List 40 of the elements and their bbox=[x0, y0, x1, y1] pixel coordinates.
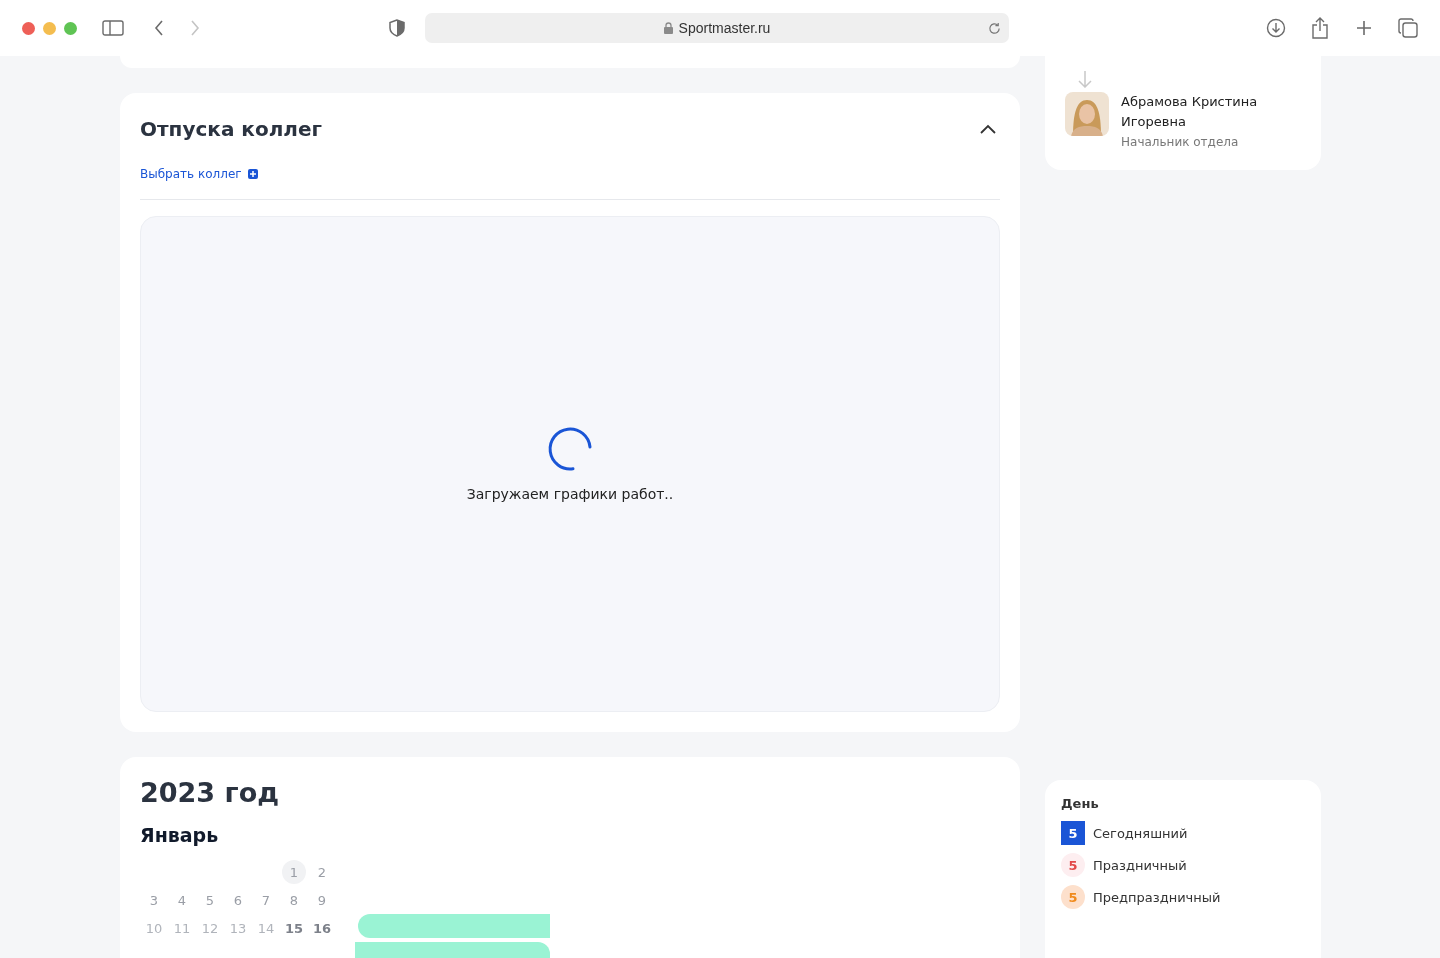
calendar-day[interactable]: 1 bbox=[282, 860, 306, 884]
person-role: Начальник отдела bbox=[1121, 134, 1240, 151]
calendar-day[interactable]: 6 bbox=[226, 888, 250, 912]
year-title: 2023 год bbox=[140, 777, 280, 808]
calendar-day[interactable]: 4 bbox=[170, 888, 194, 912]
calendar-day[interactable]: 11 bbox=[170, 916, 194, 940]
calendar-day[interactable]: 5 bbox=[198, 888, 222, 912]
spinner-icon bbox=[547, 426, 593, 472]
day-sample: 5 bbox=[1061, 885, 1085, 909]
legend-label: Праздничный bbox=[1093, 857, 1187, 873]
legend-label: Предпраздничный bbox=[1093, 889, 1221, 905]
address-field[interactable]: Sportmaster.ru bbox=[425, 13, 1009, 43]
calendar-day[interactable]: 7 bbox=[254, 888, 278, 912]
calendar-day[interactable]: 9 bbox=[310, 888, 334, 912]
calendar-day[interactable]: 10 bbox=[142, 916, 166, 940]
calendar-day[interactable]: 14 bbox=[254, 916, 278, 940]
plus-icon bbox=[247, 169, 258, 179]
calendar-day[interactable]: 16 bbox=[310, 916, 334, 940]
legend-title: День bbox=[1061, 796, 1100, 811]
maximize-window-button[interactable] bbox=[64, 21, 77, 35]
calendar-day[interactable]: 8 bbox=[282, 888, 306, 912]
person-name: Абрамова Кристина Игоревна bbox=[1121, 93, 1259, 131]
calendar-day[interactable]: 12 bbox=[198, 916, 222, 940]
close-window-button[interactable] bbox=[22, 21, 35, 35]
calendar-day[interactable]: 2 bbox=[310, 860, 334, 884]
arrow-down-icon bbox=[1077, 70, 1093, 88]
calendar-day[interactable]: 15 bbox=[282, 916, 306, 940]
card-title: Отпуска коллег bbox=[140, 117, 322, 141]
select-colleagues-link[interactable]: Выбрать коллег bbox=[140, 167, 258, 181]
legend-label: Сегодняшний bbox=[1093, 825, 1188, 841]
month-title: Январь bbox=[140, 824, 220, 846]
loading-text: Загружаем графики работ.. bbox=[466, 486, 674, 502]
day-sample: 5 bbox=[1061, 853, 1085, 877]
calendar-day[interactable]: 13 bbox=[226, 916, 250, 940]
reload-icon[interactable] bbox=[988, 21, 1001, 35]
day-sample: 5 bbox=[1061, 821, 1085, 845]
download-icon[interactable] bbox=[1264, 16, 1288, 40]
calendar-day[interactable]: 3 bbox=[142, 888, 166, 912]
lock-icon bbox=[663, 22, 673, 34]
tabs-overview-icon[interactable] bbox=[1396, 16, 1420, 40]
